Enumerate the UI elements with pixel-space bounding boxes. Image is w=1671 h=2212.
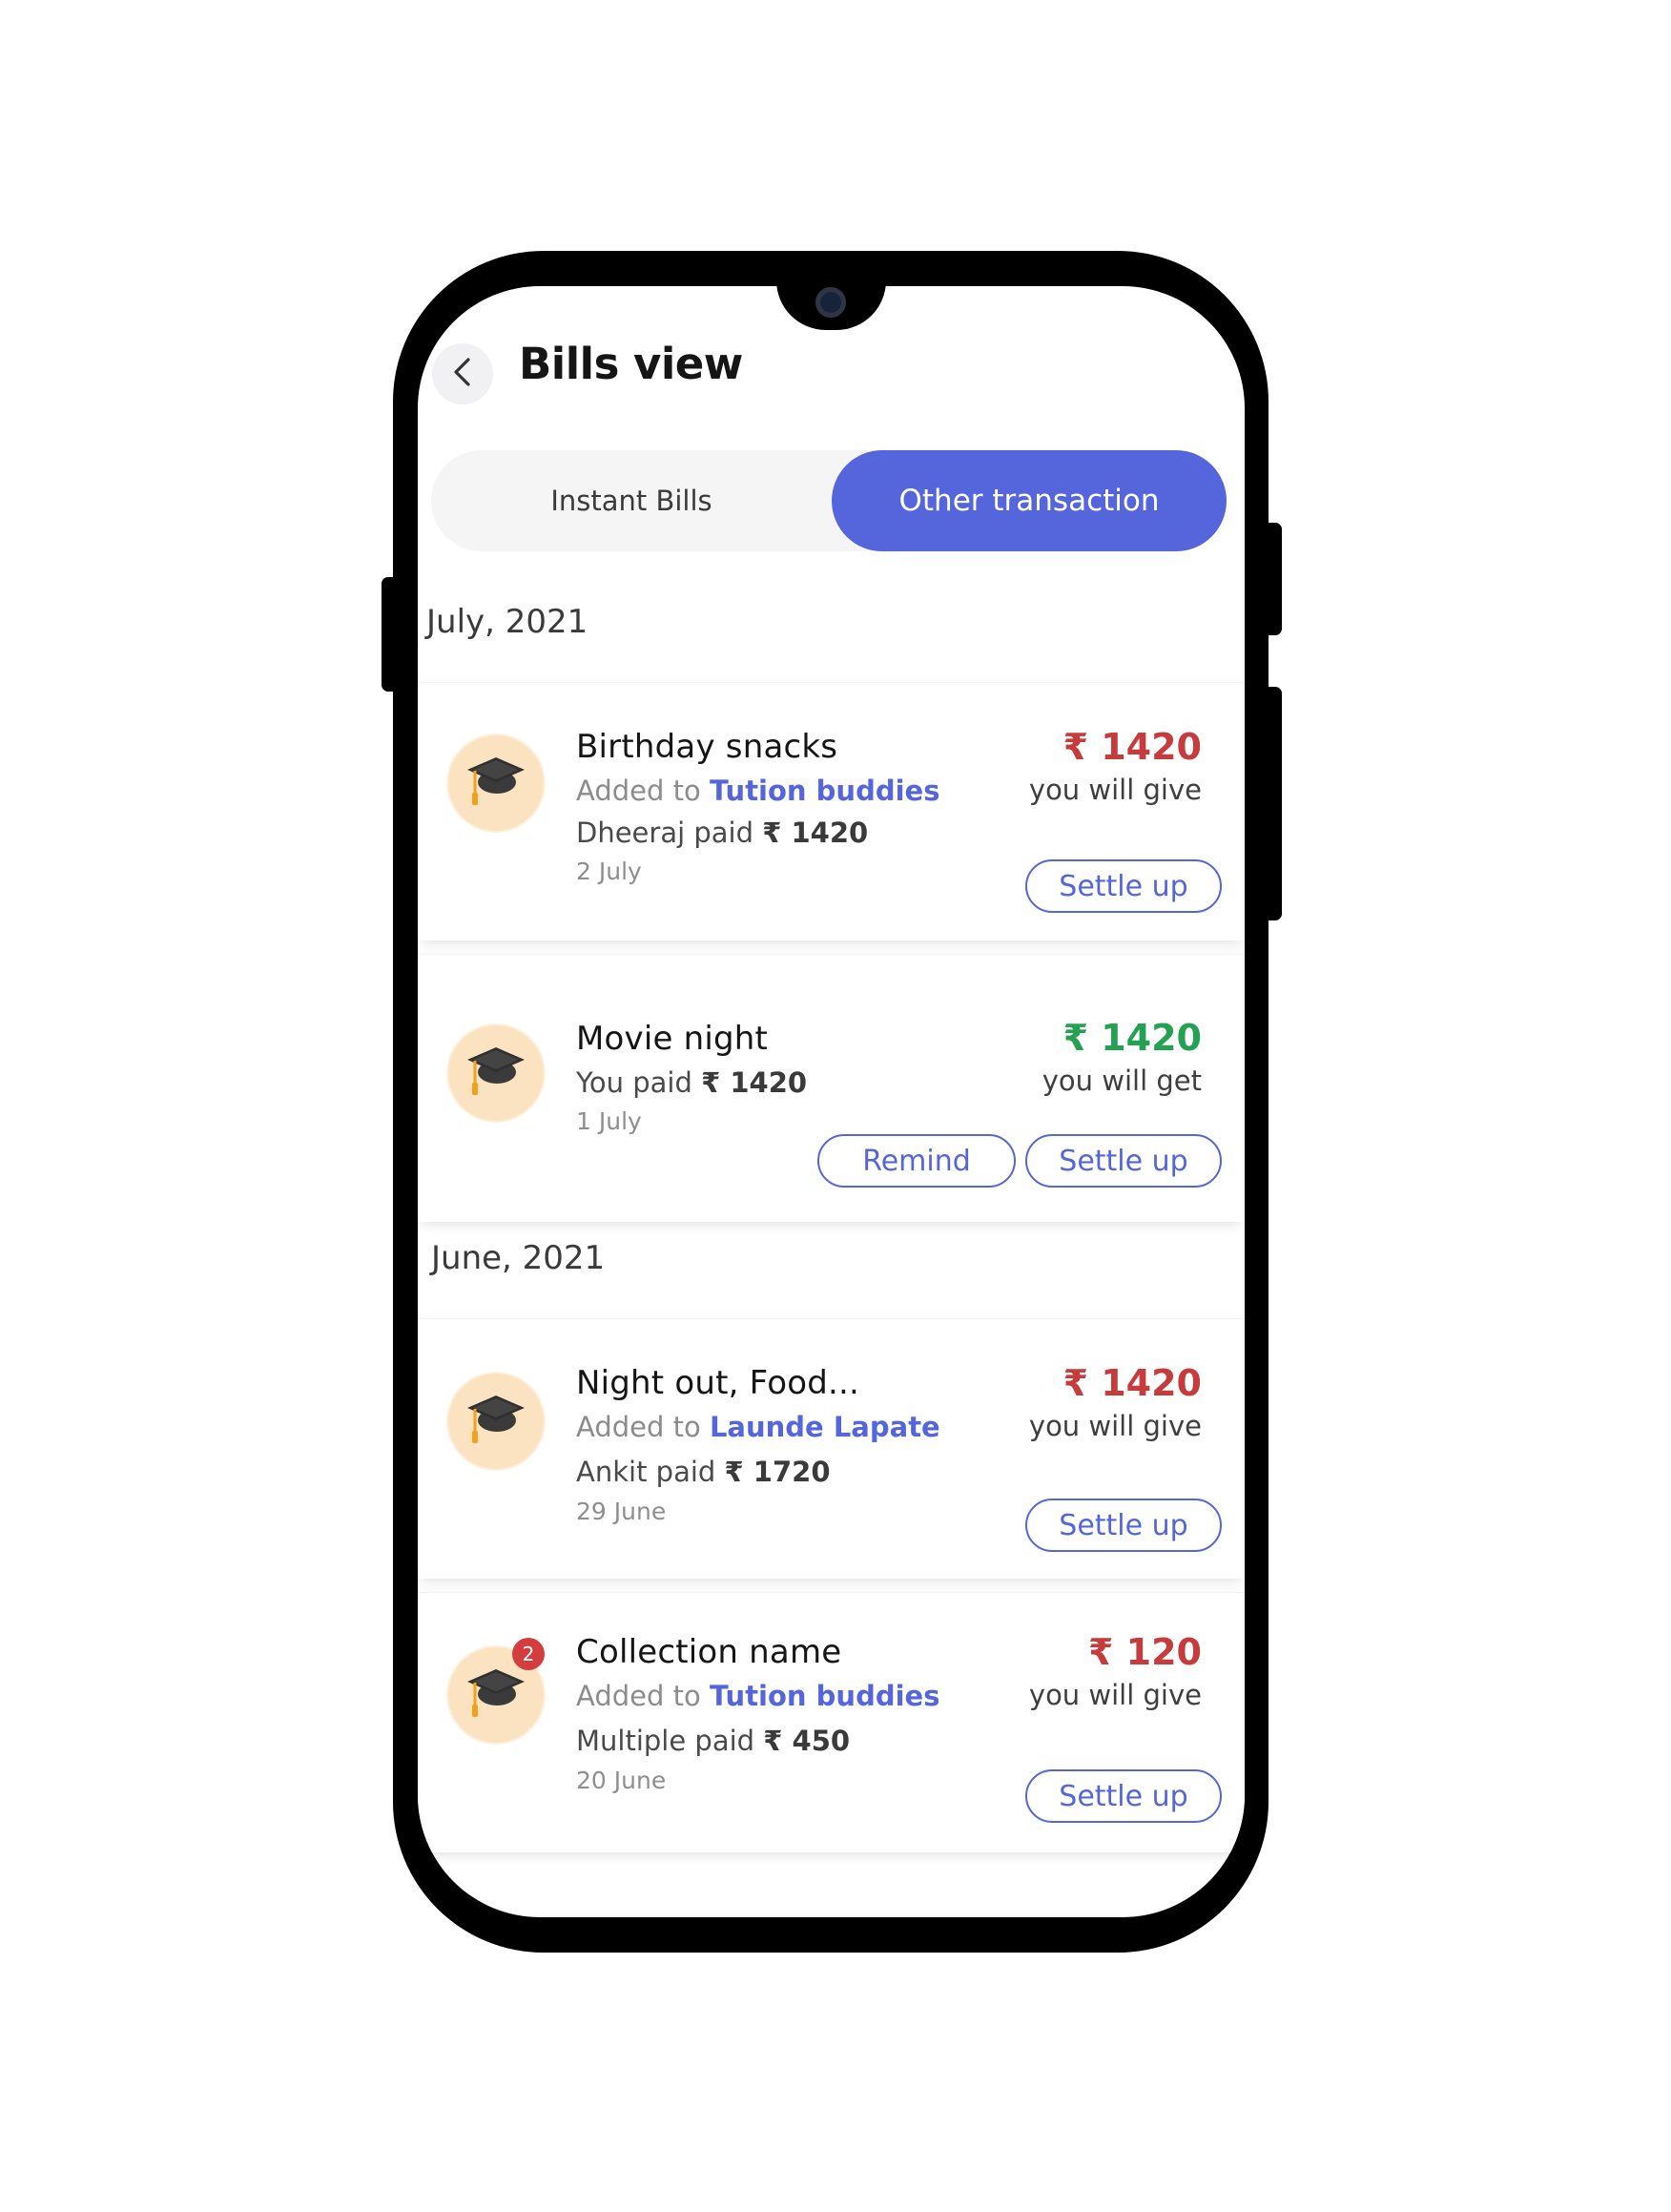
settle-up-button[interactable]: Settle up xyxy=(1025,859,1222,913)
bill-status: you will give xyxy=(1028,1679,1202,1711)
group-link[interactable]: Tution buddies xyxy=(710,1680,940,1712)
graduation-cap-icon xyxy=(465,1042,526,1105)
month-heading-june: June, 2021 xyxy=(431,1239,606,1277)
bill-avatar xyxy=(446,734,546,833)
group-link[interactable]: Tution buddies xyxy=(710,775,940,807)
bill-amount: ₹ 1420 xyxy=(1062,726,1202,768)
bill-amount: ₹ 1420 xyxy=(1062,1362,1202,1404)
group-link[interactable]: Launde Lapate xyxy=(710,1411,940,1443)
settle-up-button[interactable]: Settle up xyxy=(1025,1134,1222,1188)
bill-status: you will give xyxy=(1028,1410,1202,1442)
graduation-cap-icon xyxy=(465,1664,526,1726)
paid-amount: ₹ 1420 xyxy=(762,817,869,849)
front-camera xyxy=(815,287,846,318)
bill-date: 2 July xyxy=(576,858,642,885)
remind-button[interactable]: Remind xyxy=(817,1134,1016,1188)
bill-date: 1 July xyxy=(576,1107,642,1135)
back-button[interactable] xyxy=(432,343,493,404)
bill-avatar xyxy=(446,1023,546,1123)
bill-amount: ₹ 120 xyxy=(1088,1631,1202,1673)
paid-amount: ₹ 1720 xyxy=(724,1456,831,1488)
bill-amount: ₹ 1420 xyxy=(1062,1017,1202,1059)
bill-avatar xyxy=(446,1372,546,1471)
settle-up-button[interactable]: Settle up xyxy=(1025,1769,1222,1823)
added-to-label: Added to xyxy=(576,1411,701,1443)
graduation-cap-icon xyxy=(465,1390,526,1453)
segmented-tabs: Instant Bills Other transaction xyxy=(431,450,1227,551)
paid-line: Dheeraj paid ₹ 1420 xyxy=(576,817,868,849)
graduation-cap-icon xyxy=(465,752,526,815)
payer-label: Ankit paid xyxy=(576,1456,716,1488)
bill-status: you will give xyxy=(1028,774,1202,806)
bill-title: Night out, Food... xyxy=(576,1364,859,1402)
bill-title: Collection name xyxy=(576,1633,842,1671)
added-to-line: Added to Launde Lapate xyxy=(576,1411,940,1443)
bill-title: Movie night xyxy=(576,1020,769,1058)
payer-label: Multiple paid xyxy=(576,1725,755,1757)
paid-line: You paid ₹ 1420 xyxy=(576,1066,807,1099)
tab-instant-bills[interactable]: Instant Bills xyxy=(431,450,832,551)
added-to-label: Added to xyxy=(576,775,701,807)
tab-other-transaction[interactable]: Other transaction xyxy=(832,450,1227,551)
chevron-left-icon xyxy=(448,356,477,392)
month-heading-july: July, 2021 xyxy=(426,603,588,641)
added-to-line: Added to Tution buddies xyxy=(576,1680,939,1712)
bill-title: Birthday snacks xyxy=(576,728,838,766)
payer-label: You paid xyxy=(576,1066,692,1099)
page-title: Bills view xyxy=(519,339,743,389)
paid-line: Multiple paid ₹ 450 xyxy=(576,1725,850,1757)
paid-amount: ₹ 1420 xyxy=(701,1066,808,1099)
paid-line: Ankit paid ₹ 1720 xyxy=(576,1456,831,1488)
added-to-line: Added to Tution buddies xyxy=(576,775,939,807)
notification-badge: 2 xyxy=(512,1638,545,1670)
bill-card-movie-night[interactable]: Movie night You paid ₹ 1420 1 July ₹ 142… xyxy=(418,954,1245,1222)
bill-card-birthday-snacks[interactable]: Birthday snacks Added to Tution buddies … xyxy=(418,682,1245,941)
added-to-label: Added to xyxy=(576,1680,701,1712)
bill-status: you will get xyxy=(1042,1065,1202,1097)
payer-label: Dheeraj paid xyxy=(576,817,754,849)
app-screen: Bills view Instant Bills Other transacti… xyxy=(418,286,1245,1917)
paid-amount: ₹ 450 xyxy=(763,1725,851,1757)
bill-card-collection[interactable]: 2 Collection name Added to Tution buddie… xyxy=(418,1592,1245,1852)
bill-date: 29 June xyxy=(576,1498,667,1525)
settle-up-button[interactable]: Settle up xyxy=(1025,1499,1222,1552)
bill-card-night-out[interactable]: Night out, Food... Added to Launde Lapat… xyxy=(418,1318,1245,1579)
bill-date: 20 June xyxy=(576,1767,667,1794)
